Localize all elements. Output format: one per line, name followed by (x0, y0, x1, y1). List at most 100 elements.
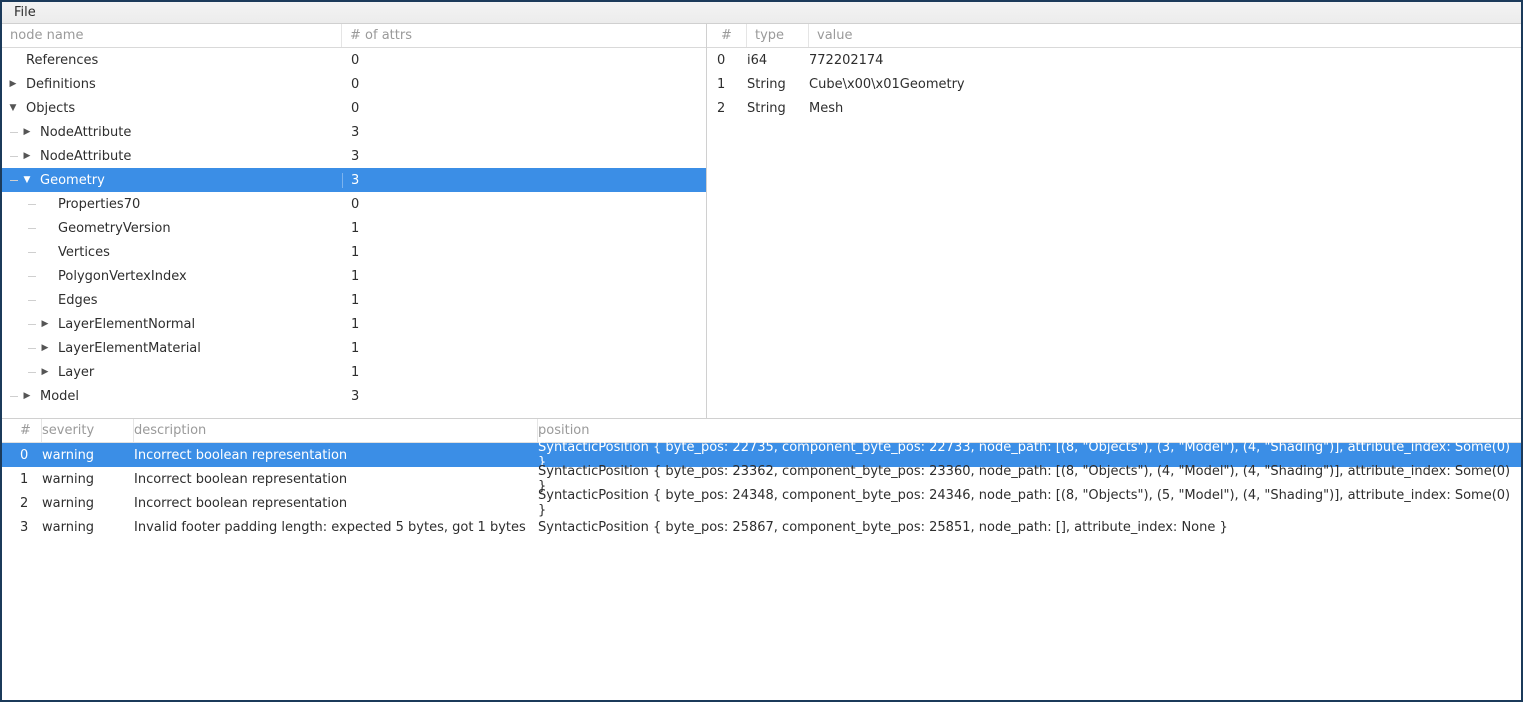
tree-node-label: Edges (56, 293, 98, 308)
expander-closed-icon[interactable]: ▶ (38, 365, 52, 379)
attr-row[interactable]: 1StringCube\x00\x01Geometry (707, 72, 1521, 96)
attr-header-value[interactable]: value (809, 24, 1521, 47)
tree-cell-name: GeometryVersion (2, 221, 342, 236)
tree-pane: node name # of attrs References0▶Definit… (2, 24, 707, 418)
tree-cell-name: Edges (2, 293, 342, 308)
tree-node-label: LayerElementMaterial (56, 341, 201, 356)
tree-header-row: node name # of attrs (2, 24, 706, 48)
tree-header-attrs[interactable]: # of attrs (342, 24, 706, 47)
log-header-severity[interactable]: severity (42, 419, 134, 442)
tree-row[interactable]: Edges 1 (2, 288, 706, 312)
tree-row[interactable]: References0 (2, 48, 706, 72)
tree-cell-attrs: 1 (342, 341, 706, 356)
log-cell-severity: warning (42, 520, 134, 535)
attr-cell-index: 0 (707, 53, 747, 68)
attr-cell-index: 2 (707, 101, 747, 116)
attr-header-index[interactable]: # (707, 24, 747, 47)
tree-row[interactable]: ▶ NodeAttribute 3 (2, 120, 706, 144)
tree-row[interactable]: ▶ NodeAttribute 3 (2, 144, 706, 168)
tree-cell-name: ▶ LayerElementMaterial (2, 341, 342, 356)
tree-node-label: NodeAttribute (38, 125, 131, 140)
attr-cell-value: Mesh (809, 101, 1521, 116)
attr-header-type[interactable]: type (747, 24, 809, 47)
tree-body[interactable]: References0 ▶ Definitions 0 ▼ Objects 0 ▶ NodeAt… (2, 48, 706, 418)
tree-node-label: NodeAttribute (38, 149, 131, 164)
tree-cell-attrs: 1 (342, 293, 706, 308)
tree-row[interactable]: ▼Geometry3 (2, 168, 706, 192)
expander-none (38, 269, 52, 283)
tree-cell-attrs: 0 (342, 197, 706, 212)
expander-closed-icon[interactable]: ▶ (38, 317, 52, 331)
log-row[interactable]: 2warningIncorrect boolean representation… (2, 491, 1521, 515)
tree-row[interactable]: ▶Layer1 (2, 360, 706, 384)
attr-row[interactable]: 2StringMesh (707, 96, 1521, 120)
expander-closed-icon[interactable]: ▶ (20, 125, 34, 139)
tree-cell-name: ▶ Definitions (2, 77, 342, 92)
menu-file[interactable]: File (8, 3, 42, 22)
tree-node-label: Definitions (24, 77, 96, 92)
expander-closed-icon[interactable]: ▶ (6, 77, 20, 91)
attr-row[interactable]: 0i64772202174 (707, 48, 1521, 72)
tree-row[interactable]: ▶Model3 (2, 384, 706, 408)
log-header-position[interactable]: position (538, 423, 1521, 438)
attr-cell-index: 1 (707, 77, 747, 92)
tree-cell-attrs: 3 (342, 389, 706, 404)
tree-cell-attrs: 3 (342, 125, 706, 140)
log-cell-severity: warning (42, 448, 134, 463)
tree-node-label: Objects (24, 101, 75, 116)
log-cell-position: SyntacticPosition { byte_pos: 25867, com… (538, 520, 1521, 535)
tree-row[interactable]: ▼Objects0 (2, 96, 706, 120)
tree-cell-name: ▶ Layer (2, 365, 342, 380)
tree-row[interactable]: GeometryVersion 1 (2, 216, 706, 240)
tree-cell-attrs: 1 (342, 269, 706, 284)
log-cell-position: SyntacticPosition { byte_pos: 24348, com… (538, 488, 1521, 518)
expander-open-icon[interactable]: ▼ (6, 101, 20, 115)
tree-cell-attrs: 3 (342, 149, 706, 164)
tree-cell-name: ▶ NodeAttribute (2, 149, 342, 164)
tree-cell-attrs: 1 (342, 221, 706, 236)
attr-header-row: # type value (707, 24, 1521, 48)
tree-row[interactable]: ▶ Definitions 0 (2, 72, 706, 96)
tree-cell-name: Vertices (2, 245, 342, 260)
tree-node-label: LayerElementNormal (56, 317, 195, 332)
tree-row[interactable]: Properties70 0 (2, 192, 706, 216)
log-header-description[interactable]: description (134, 419, 538, 442)
tree-cell-name: ▶Model (2, 389, 342, 404)
log-cell-index: 2 (2, 496, 42, 511)
attributes-pane: # type value 0i647722021741StringCube\x0… (707, 24, 1521, 418)
tree-node-label: Geometry (38, 173, 105, 188)
log-cell-index: 1 (2, 472, 42, 487)
tree-row[interactable]: ▶ LayerElementMaterial 1 (2, 336, 706, 360)
tree-cell-attrs: 1 (342, 317, 706, 332)
tree-cell-name: ▶ LayerElementNormal (2, 317, 342, 332)
tree-cell-attrs: 1 (342, 245, 706, 260)
tree-cell-name: References (2, 53, 342, 68)
tree-cell-name: ▼ Objects (2, 101, 342, 116)
log-body[interactable]: 0warningIncorrect boolean representation… (2, 443, 1521, 539)
expander-none (38, 245, 52, 259)
tree-row[interactable]: Vertices 1 (2, 240, 706, 264)
tree-node-label: Layer (56, 365, 94, 380)
expander-none (38, 221, 52, 235)
expander-closed-icon[interactable]: ▶ (20, 389, 34, 403)
tree-row[interactable]: PolygonVertexIndex1 (2, 264, 706, 288)
log-header-index[interactable]: # (2, 419, 42, 442)
attr-body[interactable]: 0i647722021741StringCube\x00\x01Geometry… (707, 48, 1521, 418)
expander-none (38, 197, 52, 211)
log-pane: # severity description position 0warning… (2, 419, 1521, 700)
tree-node-label: Vertices (56, 245, 110, 260)
tree-cell-attrs: 0 (342, 77, 706, 92)
log-row[interactable]: 3warningInvalid footer padding length: e… (2, 515, 1521, 539)
expander-closed-icon[interactable]: ▶ (38, 341, 52, 355)
tree-node-label: GeometryVersion (56, 221, 171, 236)
tree-row[interactable]: ▶ LayerElementNormal 1 (2, 312, 706, 336)
main-split: node name # of attrs References0▶Definit… (2, 24, 1521, 419)
expander-none (38, 293, 52, 307)
tree-header-name[interactable]: node name (2, 24, 342, 47)
expander-closed-icon[interactable]: ▶ (20, 149, 34, 163)
log-cell-severity: warning (42, 496, 134, 511)
log-cell-description: Incorrect boolean representation (134, 448, 538, 463)
expander-open-icon[interactable]: ▼ (20, 173, 34, 187)
attr-cell-type: i64 (747, 53, 809, 68)
tree-node-label: Properties70 (56, 197, 140, 212)
